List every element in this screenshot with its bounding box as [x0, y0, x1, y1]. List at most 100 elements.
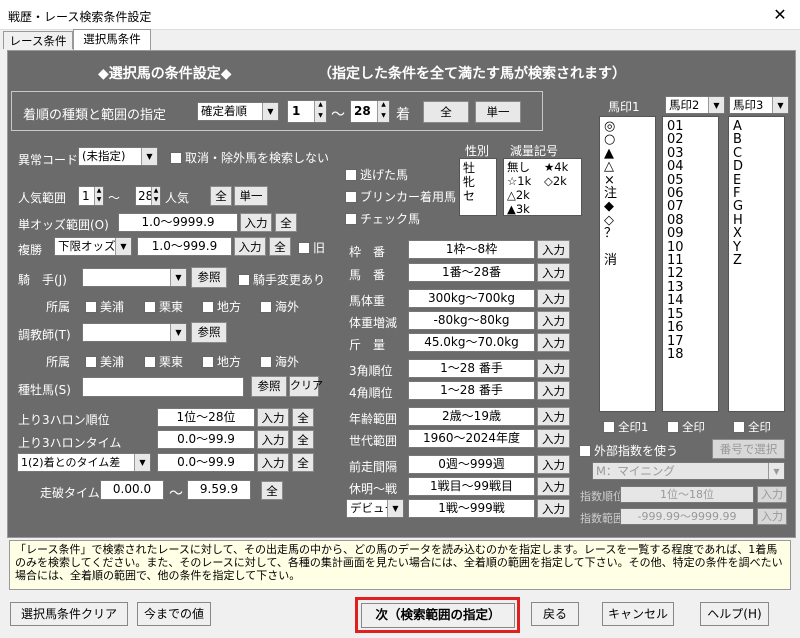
jockey-ref-button[interactable]: 参照	[191, 267, 227, 288]
finish-from-spinner[interactable]: 1 ▲ ▼	[287, 100, 327, 123]
list-item[interactable]: A	[733, 120, 780, 134]
checkbox-box[interactable]	[345, 168, 357, 181]
range-input-button[interactable]: 入力	[537, 499, 570, 518]
finish-single-button[interactable]: 単一	[475, 101, 521, 123]
list-item[interactable]: G	[733, 200, 780, 214]
popularity-all-button[interactable]: 全	[210, 186, 232, 206]
range-input-button[interactable]: 入力	[537, 359, 570, 378]
range-field[interactable]: 1番～28番	[408, 263, 535, 282]
mark2-all-checkbox[interactable]: 全印	[667, 419, 705, 435]
checkbox-box[interactable]	[260, 300, 272, 313]
checkbox-box[interactable]	[170, 151, 182, 164]
checkbox-box[interactable]	[238, 273, 250, 286]
runtime-from-field[interactable]: 0.00.0	[100, 480, 164, 500]
checkbox-box[interactable]	[345, 190, 357, 203]
last3f-time-all-button[interactable]: 全	[292, 430, 314, 449]
range-input-button[interactable]: 入力	[537, 429, 570, 448]
cancel-button[interactable]: キャンセル	[602, 602, 674, 626]
checkbox-box[interactable]	[298, 241, 310, 254]
list-item[interactable]: C	[733, 146, 780, 160]
external-index-checkbox[interactable]: 外部指数を使う	[579, 442, 678, 459]
list-item[interactable]: 注	[604, 187, 651, 201]
list-item[interactable]: ★4k	[544, 160, 568, 175]
last3f-time-input-button[interactable]: 入力	[257, 430, 289, 449]
place-type-select[interactable]: 下限オッズ ▼	[54, 237, 132, 256]
checkbox-box[interactable]	[667, 421, 679, 433]
checkbox-box[interactable]	[202, 355, 214, 368]
checkbox-box[interactable]	[144, 300, 156, 313]
range-field[interactable]: 1戦～999戦	[408, 499, 535, 518]
list-item[interactable]: 消	[604, 254, 651, 268]
escaped-checkbox[interactable]: 逃げた馬	[345, 166, 408, 183]
win-odds-field[interactable]: 1.0～9999.9	[118, 213, 238, 232]
spin-down-icon[interactable]: ▼	[151, 196, 160, 205]
select-by-number-button[interactable]: 番号で選択	[712, 439, 785, 459]
list-item[interactable]: 18	[667, 347, 714, 361]
external-index-select[interactable]: M：マイニング ▼	[592, 462, 785, 480]
list-item[interactable]: △	[604, 160, 651, 174]
last3f-time-field[interactable]: 0.0～99.9	[157, 430, 255, 449]
list-item[interactable]: 14	[667, 294, 714, 308]
spin-up-icon[interactable]: ▲	[377, 101, 389, 112]
index-rank-field[interactable]: 1位～18位	[620, 486, 754, 503]
list-item[interactable]: 02	[667, 133, 714, 147]
list-item[interactable]: 03	[667, 146, 714, 160]
popularity-to-spinner[interactable]: 28 ▲ ▼	[135, 186, 161, 206]
range-input-button[interactable]: 入力	[537, 289, 570, 308]
range-input-button[interactable]: 入力	[537, 240, 570, 259]
popularity-single-button[interactable]: 単一	[234, 186, 268, 206]
list-item[interactable]: ▲	[604, 146, 651, 160]
mark2-select[interactable]: 馬印2 ▼	[665, 96, 725, 114]
spin-up-icon[interactable]: ▲	[314, 101, 326, 112]
list-item[interactable]: 04	[667, 160, 714, 174]
checkbox-box[interactable]	[202, 300, 214, 313]
list-item[interactable]: 無し	[507, 160, 530, 175]
range-input-button[interactable]: 入力	[537, 263, 570, 282]
jockey-affil-ritto[interactable]: 栗東	[144, 298, 183, 315]
list-item[interactable]: 11	[667, 254, 714, 268]
checkbox-box[interactable]	[85, 300, 97, 313]
range-field[interactable]: 1～28 番手	[408, 381, 535, 400]
jockey-select[interactable]: ▼	[82, 268, 187, 287]
list-item[interactable]: ？	[604, 227, 651, 241]
mark3-select[interactable]: 馬印3 ▼	[729, 96, 789, 114]
range-field[interactable]: 2歳～19歳	[408, 407, 535, 426]
range-input-button[interactable]: 入力	[537, 381, 570, 400]
trainer-affil-local[interactable]: 地方	[202, 353, 241, 370]
mark3-all-checkbox[interactable]: 全印	[733, 419, 771, 435]
checkbox-box[interactable]	[144, 355, 156, 368]
list-item[interactable]: D	[733, 160, 780, 174]
list-item[interactable]: 15	[667, 307, 714, 321]
sire-field[interactable]	[82, 377, 244, 397]
place-all-button[interactable]: 全	[269, 237, 291, 256]
mark2-listbox[interactable]: 01 02 03 04 05 06 07 08 09 10 11 12 13 1…	[662, 116, 719, 412]
place-input-button[interactable]: 入力	[234, 237, 266, 256]
list-item[interactable]: 12	[667, 267, 714, 281]
diff-field[interactable]: 0.0～99.9	[157, 453, 255, 472]
mark1-all-checkbox[interactable]: 全印1	[603, 419, 648, 435]
range-field[interactable]: 1～28 番手	[408, 359, 535, 378]
last3f-rank-all-button[interactable]: 全	[292, 408, 314, 427]
list-item[interactable]: セ	[463, 189, 493, 203]
clear-conditions-button[interactable]: 選択馬条件クリア	[10, 602, 128, 626]
range-input-button[interactable]: 入力	[537, 333, 570, 352]
list-item[interactable]: 05	[667, 173, 714, 187]
diff-input-button[interactable]: 入力	[257, 453, 289, 472]
list-item[interactable]: 牡	[463, 161, 493, 175]
spin-up-icon[interactable]: ▲	[94, 187, 103, 196]
checkbox-box[interactable]	[345, 212, 357, 225]
checkbox-box[interactable]	[733, 421, 745, 433]
list-item[interactable]: B	[733, 133, 780, 147]
trainer-ref-button[interactable]: 参照	[191, 322, 227, 343]
spin-up-icon[interactable]: ▲	[151, 187, 160, 196]
diff-all-button[interactable]: 全	[292, 453, 314, 472]
range-field[interactable]: 0週～999週	[408, 455, 535, 474]
jockey-change-checkbox[interactable]: 騎手変更あり	[238, 271, 325, 288]
place-old-checkbox[interactable]: 旧	[298, 239, 325, 256]
list-item[interactable]: ◆	[604, 200, 651, 214]
list-item[interactable]: ☆1k	[507, 174, 531, 189]
checkbox-box[interactable]	[260, 355, 272, 368]
list-item[interactable]: H	[733, 213, 780, 227]
range-field[interactable]: 300kg～700kg	[408, 289, 535, 308]
list-item[interactable]: X	[733, 227, 780, 241]
